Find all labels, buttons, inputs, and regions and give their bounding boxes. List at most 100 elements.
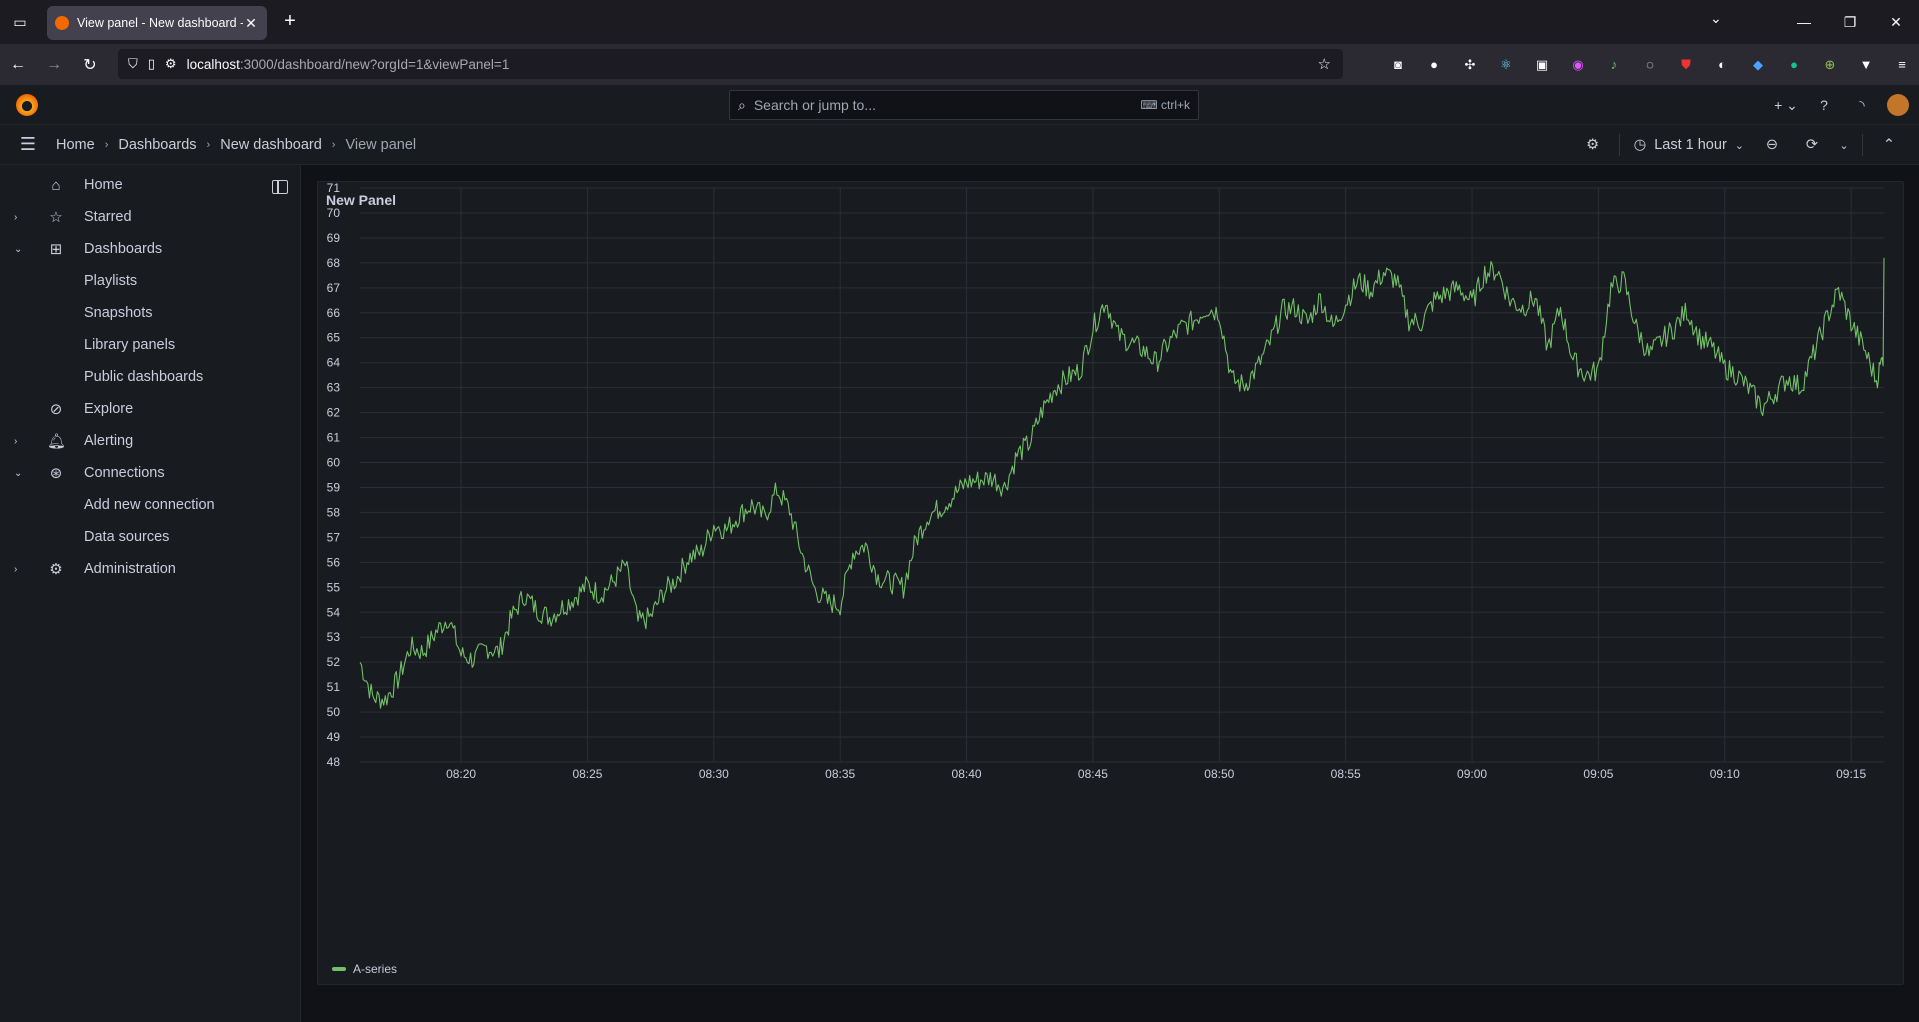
sidebar-item-label: Explore bbox=[84, 401, 134, 417]
sidebar-item-label: Snapshots bbox=[84, 305, 153, 321]
bell-icon: 🔔︎ bbox=[47, 433, 67, 450]
add-new-icon[interactable]: + ⌄ bbox=[1767, 97, 1805, 114]
back-arrow-icon[interactable]: ← bbox=[0, 49, 36, 81]
sidebar-item-add-new-connection[interactable]: Add new connection bbox=[0, 489, 300, 521]
url-bar[interactable]: ⛉ ▯ ⚙ localhost:3000/dashboard/new?orgId… bbox=[118, 49, 1343, 79]
sidebar-item-label: Data sources bbox=[84, 529, 170, 545]
x-tick-label: 09:05 bbox=[1583, 767, 1613, 781]
home-icon: ⌂ bbox=[51, 176, 61, 194]
ublock-icon[interactable]: ⛊ bbox=[1668, 50, 1704, 80]
search-input[interactable]: ⌕ Search or jump to... ⌨ ctrl+k bbox=[729, 90, 1199, 120]
add-extension-icon[interactable]: ⊕ bbox=[1812, 50, 1848, 80]
menu-toggle-icon[interactable]: ☰ bbox=[0, 134, 56, 155]
sidebar-item-dashboards[interactable]: ⌄ ⊞ Dashboards bbox=[0, 233, 300, 265]
y-tick-label: 63 bbox=[327, 381, 341, 395]
legend-label[interactable]: A-series bbox=[353, 962, 397, 976]
new-tab-button[interactable]: + bbox=[278, 10, 302, 34]
bookmark-extension-icon[interactable]: ◆ bbox=[1740, 50, 1776, 80]
sidebar-item-label: Starred bbox=[84, 209, 132, 225]
y-tick-label: 70 bbox=[327, 206, 341, 220]
sidebar-item-playlists[interactable]: Playlists bbox=[0, 265, 300, 297]
close-window-icon[interactable]: ✕ bbox=[1873, 0, 1919, 44]
chevron-right-icon[interactable]: › bbox=[14, 436, 17, 447]
breadcrumb-dashboards[interactable]: Dashboards bbox=[118, 137, 196, 153]
menu-icon[interactable]: ≡ bbox=[1884, 50, 1919, 80]
reload-icon[interactable]: ↻ bbox=[72, 49, 108, 81]
refresh-interval-chevron-icon[interactable]: ⌄ bbox=[1832, 139, 1856, 152]
sidebar-item-label: Add new connection bbox=[84, 497, 215, 513]
list-all-tabs-icon[interactable]: ⌄ bbox=[1710, 10, 1722, 27]
toolbar-divider bbox=[1862, 134, 1863, 156]
sidebar-item-data-sources[interactable]: Data sources bbox=[0, 521, 300, 553]
tab-list-icon[interactable]: ▭ bbox=[0, 0, 40, 44]
music-extension-icon[interactable]: ♪ bbox=[1596, 50, 1632, 80]
search-shortcut: ⌨ ctrl+k bbox=[1140, 98, 1190, 112]
y-tick-label: 64 bbox=[327, 356, 341, 370]
toolbar-divider bbox=[1618, 134, 1620, 156]
chevron-up-icon[interactable]: ⌃ bbox=[1869, 137, 1909, 153]
forward-arrow-icon[interactable]: → bbox=[36, 49, 72, 81]
page-icon[interactable]: ▯ bbox=[148, 56, 155, 72]
sidebar-item-library-panels[interactable]: Library panels bbox=[0, 329, 300, 361]
vue-devtools-icon[interactable]: ▼ bbox=[1848, 50, 1884, 80]
grammarly-icon[interactable]: ● bbox=[1776, 50, 1812, 80]
bookmark-star-icon[interactable]: ☆ bbox=[1318, 55, 1331, 73]
sidebar-item-administration[interactable]: › ⚙ Administration bbox=[0, 553, 300, 585]
x-tick-label: 08:35 bbox=[825, 767, 855, 781]
x-tick-label: 08:30 bbox=[699, 767, 729, 781]
restore-icon[interactable]: ❐ bbox=[1827, 0, 1873, 44]
x-tick-label: 09:10 bbox=[1710, 767, 1740, 781]
star-icon: ☆ bbox=[49, 209, 63, 226]
dashboard-settings-gear-icon[interactable]: ⚙ bbox=[1573, 137, 1613, 153]
help-icon[interactable]: ? bbox=[1805, 97, 1843, 113]
chevron-right-icon[interactable]: › bbox=[14, 564, 17, 575]
dashboards-grid-icon: ⊞ bbox=[49, 241, 63, 258]
grafana-logo-icon[interactable] bbox=[16, 94, 38, 116]
x-tick-label: 08:25 bbox=[572, 767, 602, 781]
site-permissions-icon[interactable]: ⚙ bbox=[165, 56, 177, 72]
time-series-chart[interactable]: 71 70 69 68 67 66 65 64 63 62 61 60 59 58 57 56 55 54 53 52… bbox=[318, 182, 1905, 986]
y-tick-label: 60 bbox=[327, 456, 341, 470]
breadcrumb-new-dashboard[interactable]: New dashboard bbox=[220, 137, 322, 153]
sidebar-item-explore[interactable]: ⊘ Explore bbox=[0, 393, 300, 425]
dashboard-toolbar: ⚙ ◷ Last 1 hour ⌄ ⊖ ⟳ ⌄ ⌃ bbox=[1573, 125, 1909, 165]
zoom-out-icon[interactable]: ⊖ bbox=[1752, 137, 1792, 153]
sidebar-item-connections[interactable]: ⌄ ⊛ Connections bbox=[0, 457, 300, 489]
minimize-icon[interactable]: — bbox=[1781, 0, 1827, 44]
sidebar-item-public-dashboards[interactable]: Public dashboards bbox=[0, 361, 300, 393]
legend-swatch bbox=[332, 967, 346, 971]
loader-extension-icon[interactable]: ◌ bbox=[1632, 50, 1668, 80]
browser-tab-active[interactable]: View panel - New dashboard - ✕ bbox=[47, 6, 267, 40]
shield-icon[interactable]: ⛉ bbox=[128, 56, 138, 72]
react-devtools-icon[interactable]: ⚛ bbox=[1488, 50, 1524, 80]
y-tick-label: 71 bbox=[327, 182, 341, 195]
tab-close-icon[interactable]: ✕ bbox=[243, 15, 259, 32]
pocket-icon[interactable]: ◙ bbox=[1380, 50, 1416, 80]
chevron-down-icon[interactable]: ⌄ bbox=[14, 468, 22, 479]
sidebar-item-starred[interactable]: › ☆ Starred bbox=[0, 201, 300, 233]
extension-toolbar: ◙ ● ✣ ⚛ ▣ ◉ ♪ ◌ ⛊ ◐ ◆ ● ⊕ ▼ ≡ bbox=[1380, 44, 1919, 85]
sidebar-item-label: Alerting bbox=[84, 433, 134, 449]
y-tick-label: 49 bbox=[327, 730, 341, 744]
sidebar-item-snapshots[interactable]: Snapshots bbox=[0, 297, 300, 329]
sidebar-item-alerting[interactable]: › 🔔︎ Alerting bbox=[0, 425, 300, 457]
breadcrumb-home[interactable]: Home bbox=[56, 137, 95, 153]
clock-icon: ◷ bbox=[1633, 137, 1647, 153]
time-range-picker[interactable]: ◷ Last 1 hour ⌄ bbox=[1626, 137, 1752, 153]
time-range-label: Last 1 hour bbox=[1654, 137, 1727, 153]
sidebar-item-label: Dashboards bbox=[84, 241, 163, 257]
chevron-down-icon[interactable]: ⌄ bbox=[14, 244, 22, 255]
chevron-right-icon[interactable]: › bbox=[14, 212, 17, 223]
y-tick-label: 51 bbox=[327, 680, 341, 694]
avatar[interactable] bbox=[1887, 94, 1909, 116]
dark-reader-icon[interactable]: ◐ bbox=[1704, 50, 1740, 80]
gear-icon: ⚙ bbox=[49, 561, 63, 578]
color-picker-icon[interactable]: ◉ bbox=[1560, 50, 1596, 80]
sidebar-item-label: Administration bbox=[84, 561, 176, 577]
refresh-icon[interactable]: ⟳ bbox=[1792, 137, 1832, 153]
extensions-puzzle-icon[interactable]: ✣ bbox=[1452, 50, 1488, 80]
reader-icon[interactable]: ▣ bbox=[1524, 50, 1560, 80]
grammarly-extension-icon[interactable]: ● bbox=[1416, 50, 1452, 80]
sidebar-item-home[interactable]: ⌂ Home bbox=[0, 169, 300, 201]
news-rss-icon[interactable]: ◝ bbox=[1843, 97, 1881, 114]
